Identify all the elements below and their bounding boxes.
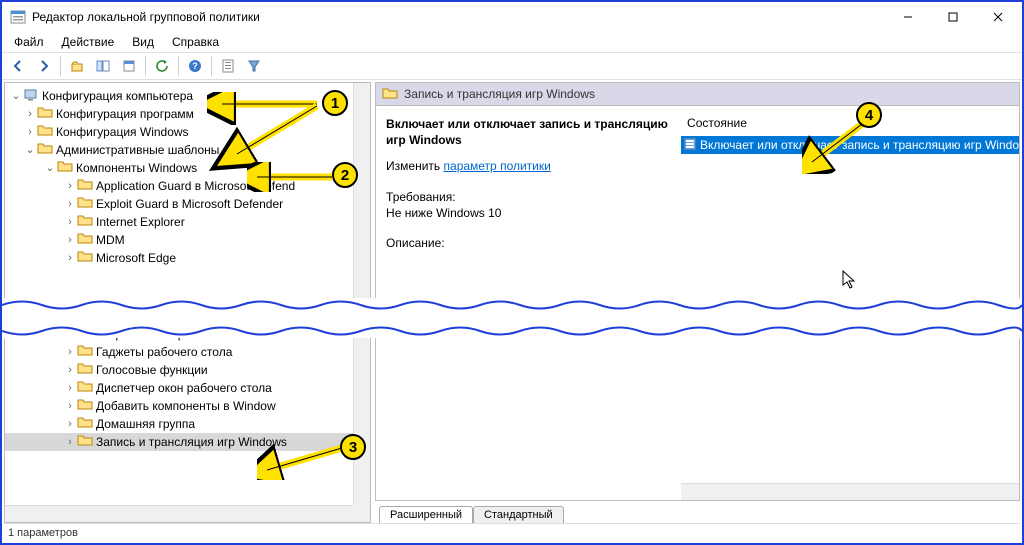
expand-toggle[interactable]: ⌄ <box>43 159 57 177</box>
tab-standard[interactable]: Стандартный <box>473 506 564 524</box>
expand-toggle[interactable]: › <box>63 231 77 249</box>
setting-name: Включает или отключает запись и трансляц… <box>386 116 673 148</box>
tree-node[interactable]: Добавить компоненты в Window <box>96 397 282 415</box>
folder-icon <box>77 343 96 362</box>
titlebar: Редактор локальной групповой политики <box>2 2 1022 32</box>
horizontal-scrollbar[interactable] <box>5 505 353 522</box>
folder-icon <box>37 105 56 124</box>
horizontal-scrollbar[interactable] <box>681 483 1019 500</box>
requirements-text: Не ниже Windows 10 <box>386 205 673 221</box>
show-hide-tree-button[interactable] <box>91 54 115 78</box>
tree-node[interactable]: Голосовые функции <box>96 361 214 379</box>
edit-label: Изменить <box>386 159 443 173</box>
forward-button[interactable] <box>32 54 56 78</box>
menu-file[interactable]: Файл <box>6 33 52 51</box>
folder-icon <box>37 141 56 160</box>
edit-policy-link[interactable]: параметр политики <box>444 159 551 173</box>
requirements-label: Требования: <box>386 189 673 205</box>
expand-toggle[interactable]: › <box>63 433 77 451</box>
annotation-badge-2: 2 <box>332 162 358 188</box>
tree-node[interactable]: Конфигурация компьютера <box>42 87 199 105</box>
help-button[interactable]: ? <box>183 54 207 78</box>
torn-edge-decoration <box>2 298 1022 338</box>
expand-toggle[interactable]: ⌄ <box>9 87 23 105</box>
window-title: Редактор локальной групповой политики <box>32 10 885 24</box>
tree-node[interactable]: Административные шаблоны <box>56 141 225 159</box>
tab-extended[interactable]: Расширенный <box>379 506 473 524</box>
toolbar-separator <box>178 56 179 76</box>
menu-view[interactable]: Вид <box>124 33 162 51</box>
description-label: Описание: <box>386 235 673 251</box>
funnel-button[interactable] <box>242 54 266 78</box>
tree-node[interactable]: Компоненты Windows <box>76 159 203 177</box>
tree-node[interactable]: Exploit Guard в Microsoft Defender <box>96 195 289 213</box>
expand-toggle[interactable]: › <box>63 177 77 195</box>
close-button[interactable] <box>975 3 1020 31</box>
tree-node[interactable]: Microsoft Edge <box>96 249 182 267</box>
folder-icon <box>77 361 96 380</box>
svg-text:?: ? <box>192 61 198 71</box>
maximize-button[interactable] <box>930 3 975 31</box>
expand-toggle[interactable]: › <box>63 195 77 213</box>
up-button[interactable] <box>65 54 89 78</box>
folder-icon <box>77 213 96 232</box>
details-header: Запись и трансляция игр Windows <box>375 82 1020 106</box>
tree-node[interactable]: Диспетчер окон рабочего стола <box>96 379 278 397</box>
folder-icon <box>77 195 96 214</box>
folder-icon <box>77 379 96 398</box>
menu-help[interactable]: Справка <box>164 33 227 51</box>
folder-icon <box>77 397 96 416</box>
folder-icon <box>77 415 96 434</box>
folder-icon <box>382 86 398 103</box>
annotation-badge-1: 1 <box>322 90 348 116</box>
statusbar: 1 параметров <box>4 523 1020 541</box>
tree-node[interactable]: Internet Explorer <box>96 213 191 231</box>
expand-toggle[interactable]: › <box>63 249 77 267</box>
folder-icon <box>57 159 76 178</box>
expand-toggle[interactable]: › <box>63 397 77 415</box>
filter-button[interactable] <box>216 54 240 78</box>
expand-toggle[interactable]: › <box>63 379 77 397</box>
expand-toggle[interactable]: ⌄ <box>23 141 37 159</box>
tree-node[interactable]: Конфигурация программ <box>56 105 200 123</box>
expand-toggle[interactable]: › <box>63 415 77 433</box>
tree-node[interactable]: Гаджеты рабочего стола <box>96 343 238 361</box>
app-icon <box>10 9 26 25</box>
folder-icon <box>77 433 96 452</box>
menubar: Файл Действие Вид Справка <box>2 32 1022 52</box>
expand-toggle[interactable]: › <box>63 343 77 361</box>
tree-node[interactable]: MDM <box>96 231 131 249</box>
mouse-cursor-icon <box>842 270 858 293</box>
toolbar-separator <box>211 56 212 76</box>
refresh-button[interactable] <box>150 54 174 78</box>
expand-toggle[interactable]: › <box>63 213 77 231</box>
view-tabs: Расширенный Стандартный <box>375 501 1020 523</box>
toolbar-separator <box>145 56 146 76</box>
expand-toggle[interactable]: › <box>63 361 77 379</box>
computer-config-icon <box>23 87 42 106</box>
expand-toggle[interactable]: › <box>23 123 37 141</box>
annotation-badge-3: 3 <box>340 434 366 460</box>
folder-icon <box>77 177 96 196</box>
minimize-button[interactable] <box>885 3 930 31</box>
folder-icon <box>37 123 56 142</box>
annotation-badge-4: 4 <box>856 102 882 128</box>
properties-button[interactable] <box>117 54 141 78</box>
back-button[interactable] <box>6 54 30 78</box>
toolbar: ? <box>2 52 1022 80</box>
annotation-arrow <box>802 114 902 174</box>
scroll-corner <box>353 505 370 522</box>
status-text: 1 параметров <box>8 527 78 539</box>
toolbar-separator <box>60 56 61 76</box>
details-header-text: Запись и трансляция игр Windows <box>404 87 595 101</box>
app-window: Редактор локальной групповой политики Фа… <box>0 0 1024 545</box>
tree-node[interactable]: Домашняя группа <box>96 415 201 433</box>
setting-icon <box>683 137 697 154</box>
folder-icon <box>77 231 96 250</box>
menu-action[interactable]: Действие <box>54 33 123 51</box>
folder-icon <box>77 249 96 268</box>
tree-node[interactable]: Конфигурация Windows <box>56 123 195 141</box>
annotation-arrow <box>207 92 337 172</box>
expand-toggle[interactable]: › <box>23 105 37 123</box>
